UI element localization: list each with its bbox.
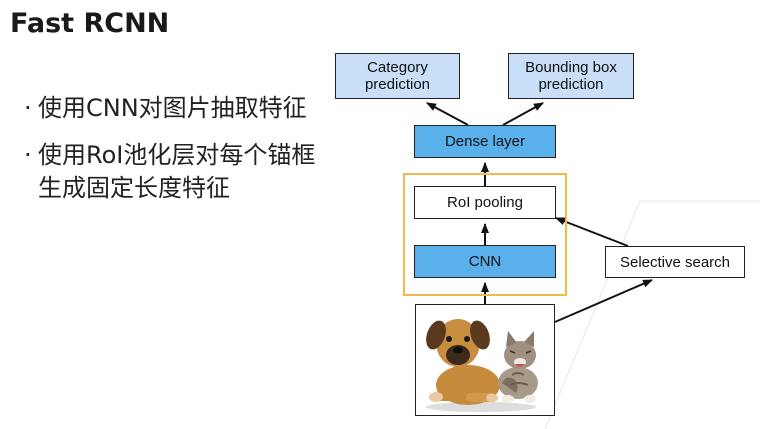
arrow-dense-to-category [426, 102, 469, 126]
cnn-label: CNN [468, 253, 502, 270]
dense-layer-label: Dense layer [444, 133, 526, 150]
selective-search-label: Selective search [619, 253, 731, 271]
roi-pooling-label: RoI pooling [447, 194, 523, 211]
roi-pooling-box: RoI pooling [414, 186, 556, 219]
cnn-box: CNN [414, 245, 556, 278]
selective-search-box: Selective search [605, 246, 745, 278]
arrow-dense-to-bbox [502, 102, 544, 126]
puppy-and-kitten-photo-icon [426, 319, 538, 412]
dense-layer-box: Dense layer [414, 125, 556, 158]
category-prediction-box: Category prediction [335, 53, 460, 99]
bbox-prediction-label: Bounding box prediction [525, 59, 617, 93]
input-image [415, 304, 555, 416]
bbox-prediction-box: Bounding box prediction [508, 53, 634, 99]
category-prediction-label: Category prediction [364, 59, 431, 93]
arrow-image-to-selective [554, 279, 653, 323]
